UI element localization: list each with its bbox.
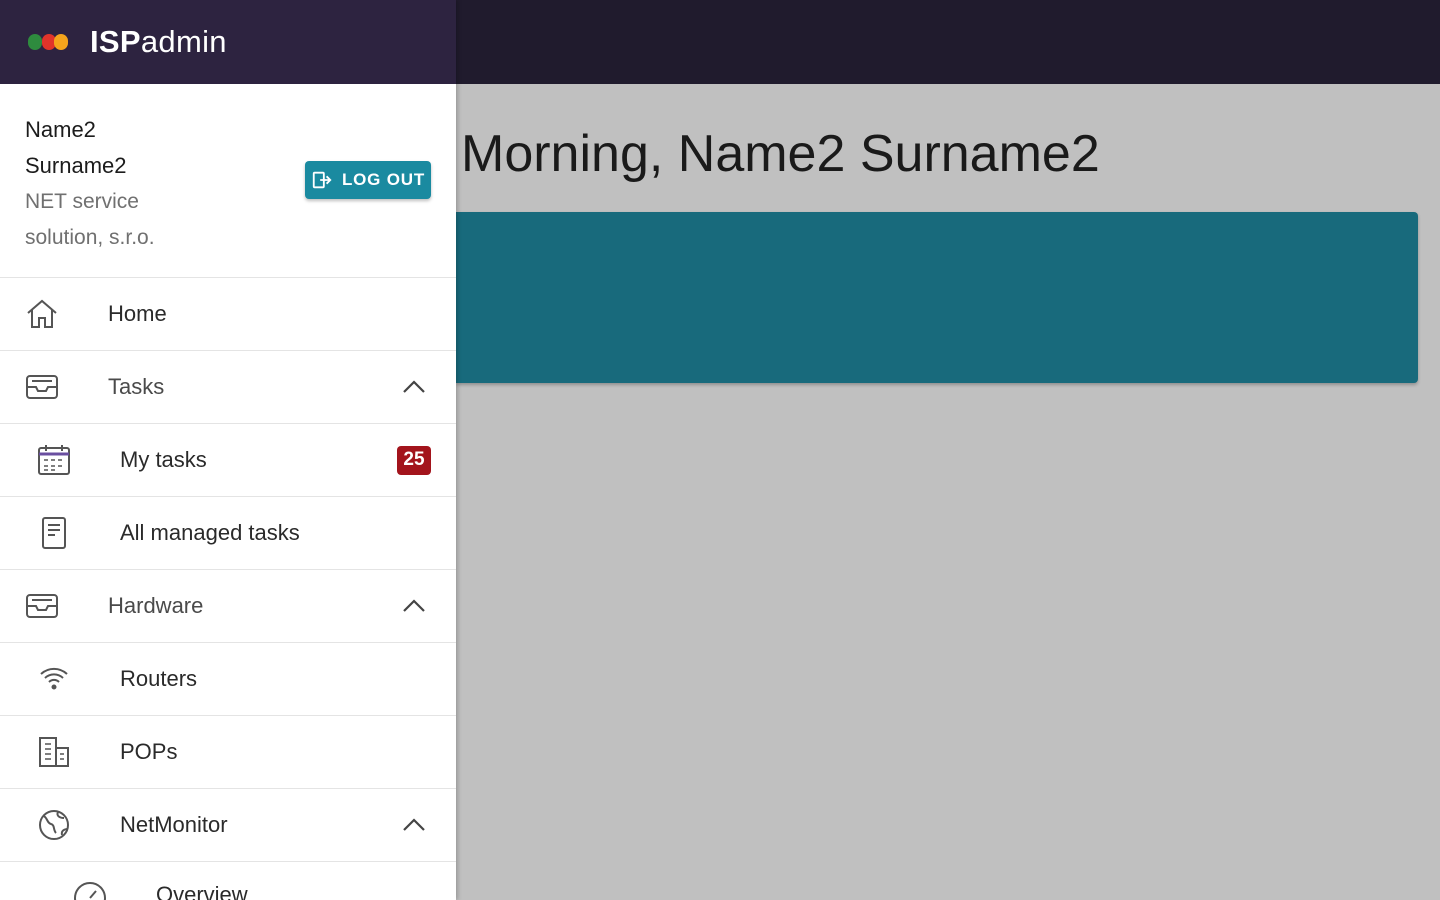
home-icon [24, 296, 60, 332]
app-logo-title: ISPadmin [90, 24, 227, 60]
nav-label-my-tasks: My tasks [120, 447, 207, 472]
chevron-up-icon[interactable] [400, 811, 428, 839]
nav-group-tasks[interactable]: Tasks [0, 351, 456, 424]
brand-light-text: admin [140, 24, 227, 59]
globe-icon [36, 807, 72, 843]
logout-icon [312, 171, 332, 189]
document-icon [36, 515, 72, 551]
drawer-header: ISPadmin [0, 0, 456, 84]
calendar-icon [36, 442, 72, 478]
chevron-up-icon[interactable] [400, 592, 428, 620]
user-company-line2: solution, s.r.o. [25, 226, 155, 249]
nav-group-netmonitor[interactable]: NetMonitor [0, 789, 456, 862]
building-icon [36, 734, 72, 770]
nav-label-routers: Routers [120, 666, 198, 691]
nav-label-netmonitor: NetMonitor [120, 812, 228, 837]
gauge-icon [72, 880, 108, 900]
nav-item-pops[interactable]: POPs [0, 716, 456, 789]
main-content: Morning, Name2 Surname2 [456, 84, 1440, 900]
nav-label-pops: POPs [120, 739, 178, 764]
navigation-drawer: ISPadmin Name2 Surname2 NET service solu… [0, 0, 456, 900]
nav-item-home[interactable]: Home [0, 278, 456, 351]
nav-item-routers[interactable]: Routers [0, 643, 456, 716]
chevron-up-icon[interactable] [400, 373, 428, 401]
nav-label-hardware: Hardware [108, 593, 204, 618]
nav-label-overview: Overview [156, 882, 248, 900]
logout-button[interactable]: LOG OUT [305, 161, 431, 199]
inbox-tray-icon [24, 369, 60, 405]
nav-item-my-tasks[interactable]: My tasks 25 [0, 424, 456, 497]
logout-label: LOG OUT [341, 170, 426, 189]
ispadmin-logo-icon [28, 30, 72, 54]
wifi-icon [36, 661, 72, 697]
nav-item-overview[interactable]: Overview [0, 862, 456, 900]
task-count-badge: 25 [397, 445, 431, 475]
nav-label-tasks: Tasks [108, 374, 165, 399]
user-profile: Name2 Surname2 NET service solution, s.r… [0, 84, 456, 278]
brand-bold-text: ISP [90, 24, 141, 59]
nav-group-hardware[interactable]: Hardware [0, 570, 456, 643]
hardware-tray-icon [24, 588, 60, 624]
dashboard-banner [456, 212, 1418, 383]
greeting-title: Morning, Name2 Surname2 [461, 125, 1100, 183]
nav-label-all-managed-tasks: All managed tasks [120, 520, 300, 545]
user-first-name: Name2 [25, 117, 96, 142]
nav-item-all-managed-tasks[interactable]: All managed tasks [0, 497, 456, 570]
nav-label-home: Home [108, 301, 167, 326]
